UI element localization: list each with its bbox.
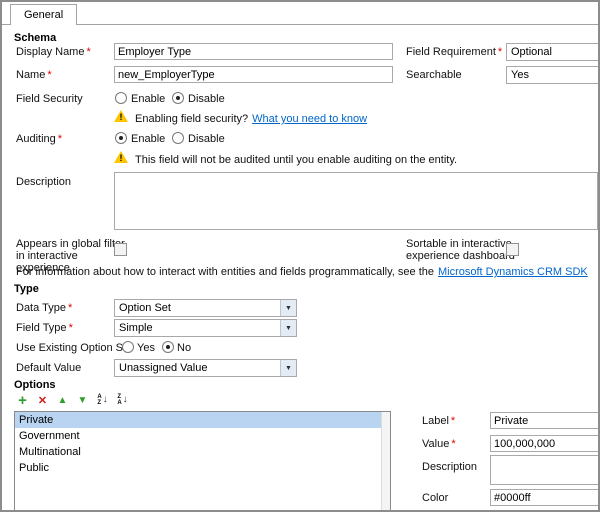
section-heading-schema: Schema bbox=[14, 32, 56, 44]
add-option-button[interactable]: + bbox=[14, 392, 31, 408]
field-security-warning-text: Enabling field security? bbox=[135, 113, 248, 125]
list-item-multinational[interactable]: Multinational bbox=[15, 444, 390, 460]
sortable-label: Sortable in interactive experience dashb… bbox=[406, 238, 518, 262]
option-label-label: Label bbox=[422, 415, 449, 427]
option-color-label: Color bbox=[422, 492, 448, 504]
sort-za-icon: ZA bbox=[117, 394, 121, 406]
sort-arrow-icon: ↓ bbox=[103, 395, 108, 405]
required-marker: * bbox=[69, 322, 73, 334]
description-textarea[interactable] bbox=[114, 172, 598, 230]
display-name-input[interactable] bbox=[114, 43, 393, 60]
option-value-label: Value bbox=[422, 438, 449, 450]
warning-icon: ! bbox=[114, 151, 128, 163]
data-type-value: Option Set bbox=[119, 302, 171, 314]
field-type-label: Field Type bbox=[16, 322, 67, 334]
field-security-disable-label[interactable]: Disable bbox=[188, 93, 225, 105]
dropdown-arrow-icon[interactable]: ▼ bbox=[280, 320, 296, 336]
tab-general[interactable]: General bbox=[10, 4, 77, 25]
global-filter-checkbox[interactable] bbox=[114, 243, 127, 256]
list-item-public[interactable]: Public bbox=[15, 460, 390, 476]
field-security-disable-radio[interactable] bbox=[172, 92, 184, 104]
display-name-label: Display Name bbox=[16, 46, 84, 58]
required-marker: * bbox=[451, 415, 455, 427]
field-security-help-link[interactable]: What you need to know bbox=[252, 113, 367, 125]
section-heading-type: Type bbox=[14, 283, 39, 295]
default-value-select[interactable]: Unassigned Value ▼ bbox=[114, 359, 297, 377]
field-security-label: Field Security bbox=[16, 93, 83, 105]
list-item-government[interactable]: Government bbox=[15, 428, 390, 444]
options-toolbar: + ✕ ▲ ▼ AZ ↓ ZA ↓ bbox=[14, 392, 131, 408]
field-properties-panel: General Schema Display Name* Field Requi… bbox=[0, 0, 600, 512]
name-label: Name bbox=[16, 69, 45, 81]
name-input[interactable] bbox=[114, 66, 393, 83]
plus-icon: + bbox=[18, 393, 27, 408]
field-requirement-select[interactable]: Optional ▼ bbox=[506, 43, 600, 61]
auditing-disable-radio[interactable] bbox=[172, 132, 184, 144]
use-existing-yes-label[interactable]: Yes bbox=[137, 342, 155, 354]
use-existing-label: Use Existing Option Set bbox=[16, 342, 132, 354]
sortable-checkbox[interactable] bbox=[506, 243, 519, 256]
option-label-input[interactable] bbox=[490, 412, 600, 429]
required-marker: * bbox=[451, 438, 455, 450]
section-heading-options: Options bbox=[14, 379, 56, 391]
searchable-value: Yes bbox=[511, 69, 529, 81]
required-marker: * bbox=[47, 69, 51, 81]
description-label: Description bbox=[16, 176, 71, 188]
scrollbar-track[interactable] bbox=[381, 412, 390, 512]
sdk-info-text: For information about how to interact wi… bbox=[16, 266, 434, 278]
searchable-select[interactable]: Yes ▼ bbox=[506, 66, 600, 84]
auditing-warning-text: This field will not be audited until you… bbox=[135, 154, 457, 166]
auditing-enable-radio[interactable] bbox=[115, 132, 127, 144]
field-security-enable-radio[interactable] bbox=[115, 92, 127, 104]
default-value-value: Unassigned Value bbox=[119, 362, 207, 374]
option-description-label: Description bbox=[422, 461, 477, 473]
sort-arrow-icon: ↓ bbox=[123, 395, 128, 405]
field-type-value: Simple bbox=[119, 322, 153, 334]
default-value-label: Default Value bbox=[16, 362, 81, 374]
delete-option-button[interactable]: ✕ bbox=[34, 392, 51, 408]
sort-ascending-button[interactable]: AZ ↓ bbox=[94, 392, 111, 408]
sort-descending-button[interactable]: ZA ↓ bbox=[114, 392, 131, 408]
required-marker: * bbox=[86, 46, 90, 58]
sdk-link[interactable]: Microsoft Dynamics CRM SDK bbox=[438, 266, 588, 278]
data-type-select[interactable]: Option Set ▼ bbox=[114, 299, 297, 317]
auditing-disable-label[interactable]: Disable bbox=[188, 133, 225, 145]
options-listbox[interactable]: Private Government Multinational Public bbox=[14, 411, 391, 512]
searchable-label: Searchable bbox=[406, 69, 462, 81]
warning-icon: ! bbox=[114, 110, 128, 122]
move-down-button[interactable]: ▼ bbox=[74, 392, 91, 408]
field-requirement-label: Field Requirement bbox=[406, 46, 496, 58]
arrow-down-icon: ▼ bbox=[78, 395, 88, 406]
move-up-button[interactable]: ▲ bbox=[54, 392, 71, 408]
use-existing-no-radio[interactable] bbox=[162, 341, 174, 353]
auditing-enable-label[interactable]: Enable bbox=[131, 133, 165, 145]
use-existing-yes-radio[interactable] bbox=[122, 341, 134, 353]
field-type-select[interactable]: Simple ▼ bbox=[114, 319, 297, 337]
required-marker: * bbox=[68, 302, 72, 314]
list-item-private[interactable]: Private bbox=[15, 412, 390, 428]
data-type-label: Data Type bbox=[16, 302, 66, 314]
delete-icon: ✕ bbox=[38, 394, 47, 407]
required-marker: * bbox=[498, 46, 502, 58]
sort-az-icon: AZ bbox=[97, 394, 101, 406]
required-marker: * bbox=[58, 133, 62, 145]
option-value-input[interactable] bbox=[490, 435, 600, 452]
field-security-enable-label[interactable]: Enable bbox=[131, 93, 165, 105]
option-description-textarea[interactable] bbox=[490, 455, 600, 485]
auditing-label: Auditing bbox=[16, 133, 56, 145]
use-existing-no-label[interactable]: No bbox=[177, 342, 191, 354]
option-color-input[interactable] bbox=[490, 489, 600, 506]
dropdown-arrow-icon[interactable]: ▼ bbox=[280, 360, 296, 376]
arrow-up-icon: ▲ bbox=[58, 395, 68, 406]
dropdown-arrow-icon[interactable]: ▼ bbox=[280, 300, 296, 316]
field-requirement-value: Optional bbox=[511, 46, 552, 58]
tab-strip-divider bbox=[2, 24, 600, 25]
